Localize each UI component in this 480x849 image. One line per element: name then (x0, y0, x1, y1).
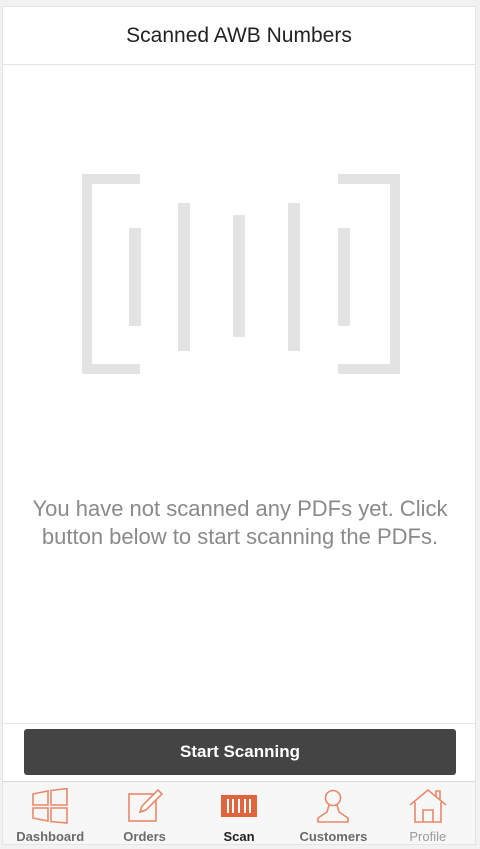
tab-profile[interactable]: Profile (381, 782, 475, 844)
profile-home-icon (408, 788, 448, 824)
app-window: Scanned AWB Numbers You have not scanned… (2, 6, 476, 845)
tab-dashboard[interactable]: Dashboard (3, 782, 97, 844)
empty-state-message: You have not scanned any PDFs yet. Click… (32, 496, 448, 549)
customers-icon (313, 788, 353, 824)
tab-label: Customers (299, 829, 368, 844)
tab-label: Orders (123, 829, 166, 844)
orders-icon (125, 788, 165, 824)
scan-icon (219, 788, 259, 824)
tab-bar: Dashboard Orders Scan Customers Profile (3, 781, 475, 844)
tab-customers[interactable]: Customers (286, 782, 380, 844)
tab-label: Profile (409, 829, 447, 844)
tab-orders[interactable]: Orders (97, 782, 191, 844)
tab-label: Dashboard (16, 829, 85, 844)
barcode-placeholder-icon (82, 174, 400, 374)
start-scanning-button[interactable]: Start Scanning (24, 729, 456, 775)
tab-scan[interactable]: Scan (192, 782, 286, 844)
dashboard-icon (30, 788, 70, 824)
tab-label: Scan (223, 829, 255, 844)
